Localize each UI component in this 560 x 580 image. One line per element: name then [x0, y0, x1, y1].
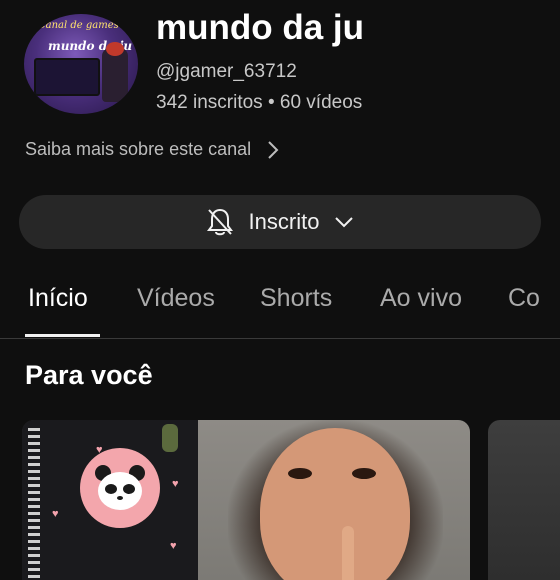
spiral-binding: [28, 428, 40, 578]
video-thumbnail-next[interactable]: [488, 420, 560, 580]
channel-title: mundo da ju: [156, 8, 365, 47]
active-tab-indicator: [25, 334, 100, 337]
subscribed-button[interactable]: Inscrito: [19, 195, 541, 249]
avatar-character-graphic: [102, 42, 128, 102]
channel-tabs: Início Vídeos Shorts Ao vivo Co: [0, 262, 560, 339]
eye-shape: [352, 468, 376, 479]
chevron-down-icon: [335, 217, 354, 228]
avatar-monitor-graphic: [34, 58, 100, 96]
section-title: Para você: [25, 360, 153, 390]
tab-ao-vivo[interactable]: Ao vivo: [380, 284, 462, 313]
finger-on-lips: [342, 526, 354, 580]
heart-icon: ♥: [52, 508, 59, 520]
heart-icon: ♥: [172, 478, 179, 490]
tab-shorts[interactable]: Shorts: [260, 284, 332, 313]
tab-community-truncated[interactable]: Co: [508, 284, 540, 313]
tab-videos[interactable]: Vídeos: [137, 284, 215, 313]
stats-separator: •: [267, 92, 275, 113]
tab-inicio[interactable]: Início: [28, 284, 88, 313]
eye-shape: [288, 468, 312, 479]
about-channel-link[interactable]: Saiba mais sobre este canal: [25, 139, 281, 160]
about-channel-label: Saiba mais sobre este canal: [25, 139, 252, 159]
channel-handle: @jgamer_63712: [156, 61, 297, 82]
subscribed-label: Inscrito: [248, 209, 320, 234]
pen-graphic: [162, 424, 178, 452]
channel-header: Canal de games mundo da ju mundo da ju @…: [0, 0, 560, 180]
chevron-right-icon: [268, 140, 279, 159]
channel-avatar[interactable]: Canal de games mundo da ju: [24, 14, 138, 114]
channel-stats: 342 inscritos • 60 vídeos: [156, 92, 362, 114]
avatar-caption: Canal de games: [38, 20, 119, 31]
bell-off-icon: [206, 208, 233, 236]
heart-icon: ♥: [170, 540, 177, 552]
person-photo: [198, 420, 470, 580]
subscriber-count: 342 inscritos: [156, 92, 263, 113]
video-thumbnail[interactable]: ♥ ♥ ♥ ♥: [22, 420, 470, 580]
notebook-image: ♥ ♥ ♥ ♥: [22, 420, 198, 580]
video-count: 60 vídeos: [279, 92, 363, 113]
panda-icon: [80, 448, 160, 528]
